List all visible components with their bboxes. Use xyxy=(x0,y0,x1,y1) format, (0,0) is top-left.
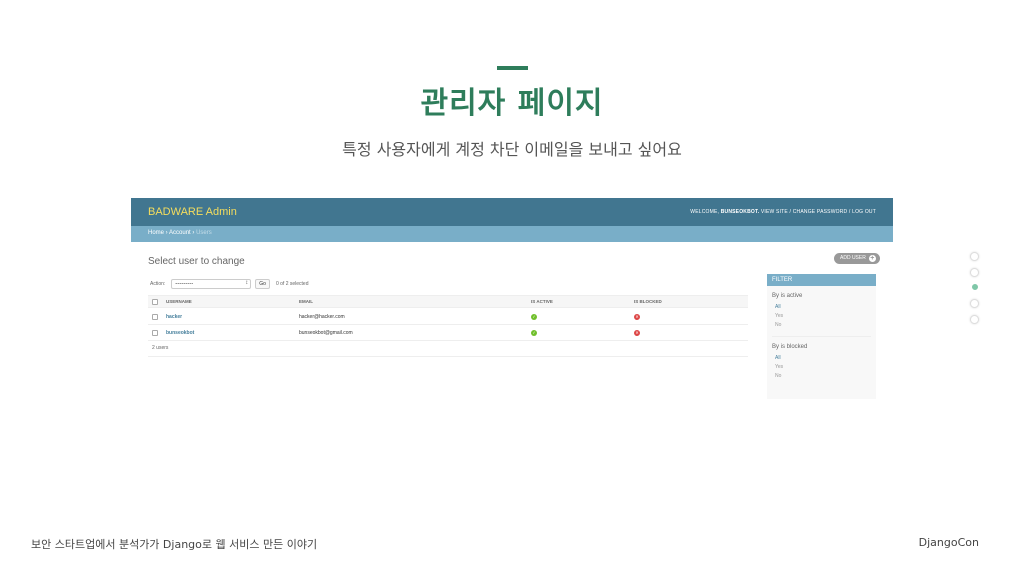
user-tools: WELCOME, BUNSEOKBOT. VIEW SITE / CHANGE … xyxy=(690,209,876,215)
check-icon: ✓ xyxy=(531,313,537,320)
add-user-button[interactable]: ADD USER + xyxy=(834,253,880,264)
filter-option-all[interactable]: All xyxy=(775,355,871,364)
username-text: BUNSEOKBOT. xyxy=(720,209,760,215)
column-email[interactable]: EMAIL xyxy=(299,296,313,307)
check-icon: ✓ xyxy=(531,329,537,336)
filter-option-yes[interactable]: Yes xyxy=(775,313,871,322)
paginator: 2 users xyxy=(152,345,169,351)
cross-icon: ✕ xyxy=(634,329,640,336)
breadcrumb: Home › Account › Users xyxy=(131,226,893,242)
row-checkbox[interactable] xyxy=(152,313,158,320)
cross-icon: ✕ xyxy=(634,313,640,320)
filter-group-is-blocked: By is blocked All Yes No xyxy=(767,344,876,382)
admin-brand[interactable]: BADWARE Admin xyxy=(148,206,237,218)
email-cell: bunseokbot@gmail.com xyxy=(299,329,353,336)
add-user-label: ADD USER xyxy=(840,255,866,261)
column-is-blocked[interactable]: IS BLOCKED xyxy=(634,296,662,307)
slide-subtitle: 특정 사용자에게 계정 차단 이메일을 보내고 싶어요 xyxy=(342,140,682,159)
filter-group-is-active: By is active All Yes No xyxy=(767,293,876,337)
admin-header: BADWARE Admin WELCOME, BUNSEOKBOT. VIEW … xyxy=(131,198,893,226)
footer-event: DjangoCon xyxy=(918,536,979,549)
welcome-text: WELCOME, xyxy=(690,209,720,215)
page-title: Select user to change xyxy=(148,256,245,267)
action-select[interactable]: --------- xyxy=(171,279,252,289)
title-accent-bar xyxy=(497,66,528,70)
email-cell: hacker@hacker.com xyxy=(299,313,345,320)
plus-icon: + xyxy=(868,255,876,262)
username-link[interactable]: bunseokbot xyxy=(166,325,194,340)
table-row: hacker hacker@hacker.com ✓ ✕ xyxy=(148,309,748,325)
footer-talk-title: 보안 스타트업에서 분석가가 Django로 웹 서비스 만든 이야기 xyxy=(31,538,318,551)
row-checkbox[interactable] xyxy=(152,329,158,336)
filter-sidebar: FILTER By is active All Yes No By is blo… xyxy=(767,274,876,399)
filter-option-no[interactable]: No xyxy=(775,373,871,382)
filter-option-no[interactable]: No xyxy=(775,322,871,331)
breadcrumb-home[interactable]: Home xyxy=(148,230,164,236)
filter-group-title: By is blocked xyxy=(772,344,808,350)
table-row: bunseokbot bunseokbot@gmail.com ✓ ✕ xyxy=(148,325,748,341)
table-header: USERNAME EMAIL IS ACTIVE IS BLOCKED xyxy=(148,295,748,308)
slide-navigation xyxy=(970,252,980,331)
breadcrumb-account[interactable]: Account xyxy=(169,230,191,236)
filter-option-all[interactable]: All xyxy=(775,304,871,313)
paginator-divider xyxy=(148,356,748,357)
actions-bar: Action: --------- Go 0 of 2 selected xyxy=(150,279,309,289)
nav-dot-1[interactable] xyxy=(970,252,979,261)
select-all-checkbox[interactable] xyxy=(152,298,158,305)
breadcrumb-current: Users xyxy=(196,230,212,236)
nav-dot-3-current[interactable] xyxy=(972,284,978,290)
nav-dot-5[interactable] xyxy=(970,315,979,324)
column-username[interactable]: USERNAME xyxy=(166,296,192,307)
go-button[interactable]: Go xyxy=(255,279,270,289)
filter-option-yes[interactable]: Yes xyxy=(775,364,871,373)
username-link[interactable]: hacker xyxy=(166,309,182,324)
action-label: Action: xyxy=(150,281,166,287)
nav-dot-4[interactable] xyxy=(970,299,979,308)
nav-dot-2[interactable] xyxy=(970,268,979,277)
slide-title: 관리자 페이지 xyxy=(420,86,604,121)
filter-divider xyxy=(772,336,871,337)
column-is-active[interactable]: IS ACTIVE xyxy=(531,296,553,307)
filter-group-title: By is active xyxy=(772,293,803,299)
filter-title: FILTER xyxy=(767,274,876,286)
selection-counter: 0 of 2 selected xyxy=(275,281,309,287)
user-tools-links[interactable]: VIEW SITE / CHANGE PASSWORD / LOG OUT xyxy=(761,209,876,215)
